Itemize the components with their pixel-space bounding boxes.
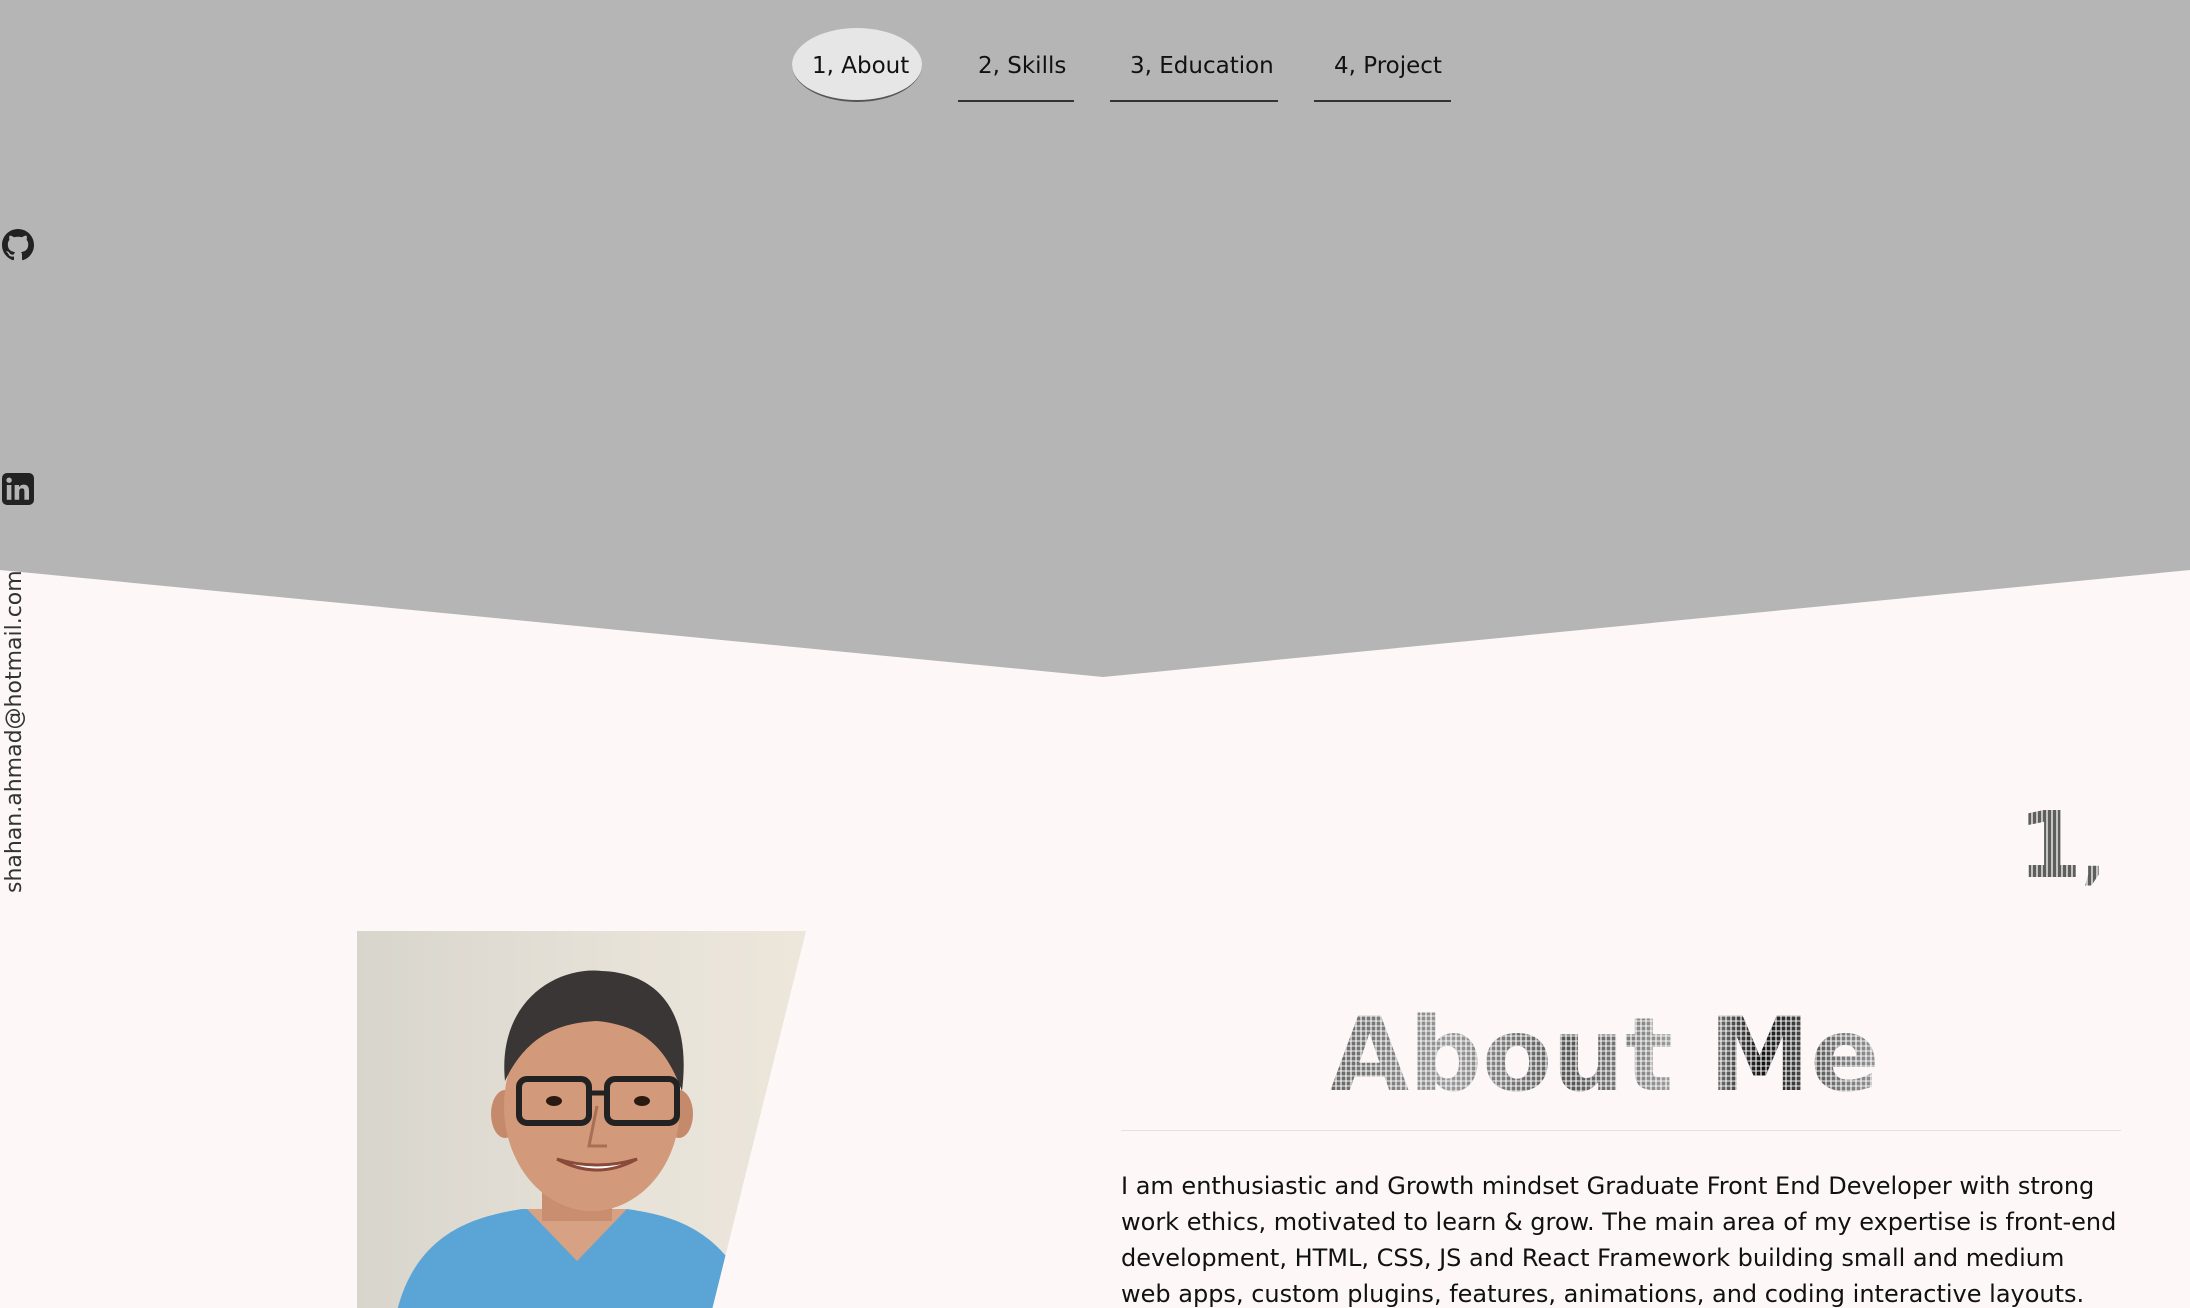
nav-item-education[interactable]: 3, Education: [1110, 28, 1278, 102]
nav-item-skills[interactable]: 2, Skills: [958, 28, 1074, 102]
about-title: About Me: [1330, 1000, 1930, 1113]
github-icon[interactable]: [2, 229, 34, 261]
divider: [1121, 1130, 2121, 1131]
profile-photo: [357, 931, 806, 1308]
linkedin-icon[interactable]: [2, 473, 34, 505]
section-number-comma: ,: [2082, 822, 2105, 892]
section-number: 1,: [2018, 800, 2105, 892]
section-number-digit: 1: [2018, 792, 2083, 899]
email-link[interactable]: shahan.ahmad@hotmail.com: [2, 570, 27, 893]
nav-item-project[interactable]: 4, Project: [1314, 28, 1451, 102]
nav-item-about[interactable]: 1, About: [792, 28, 922, 102]
top-nav: 1, About 2, Skills 3, Education 4, Proje…: [792, 28, 1451, 102]
page: 1, About 2, Skills 3, Education 4, Proje…: [0, 0, 2190, 1308]
header-banner: [0, 0, 2190, 677]
about-description: I am enthusiastic and Growth mindset Gra…: [1121, 1172, 2117, 1308]
